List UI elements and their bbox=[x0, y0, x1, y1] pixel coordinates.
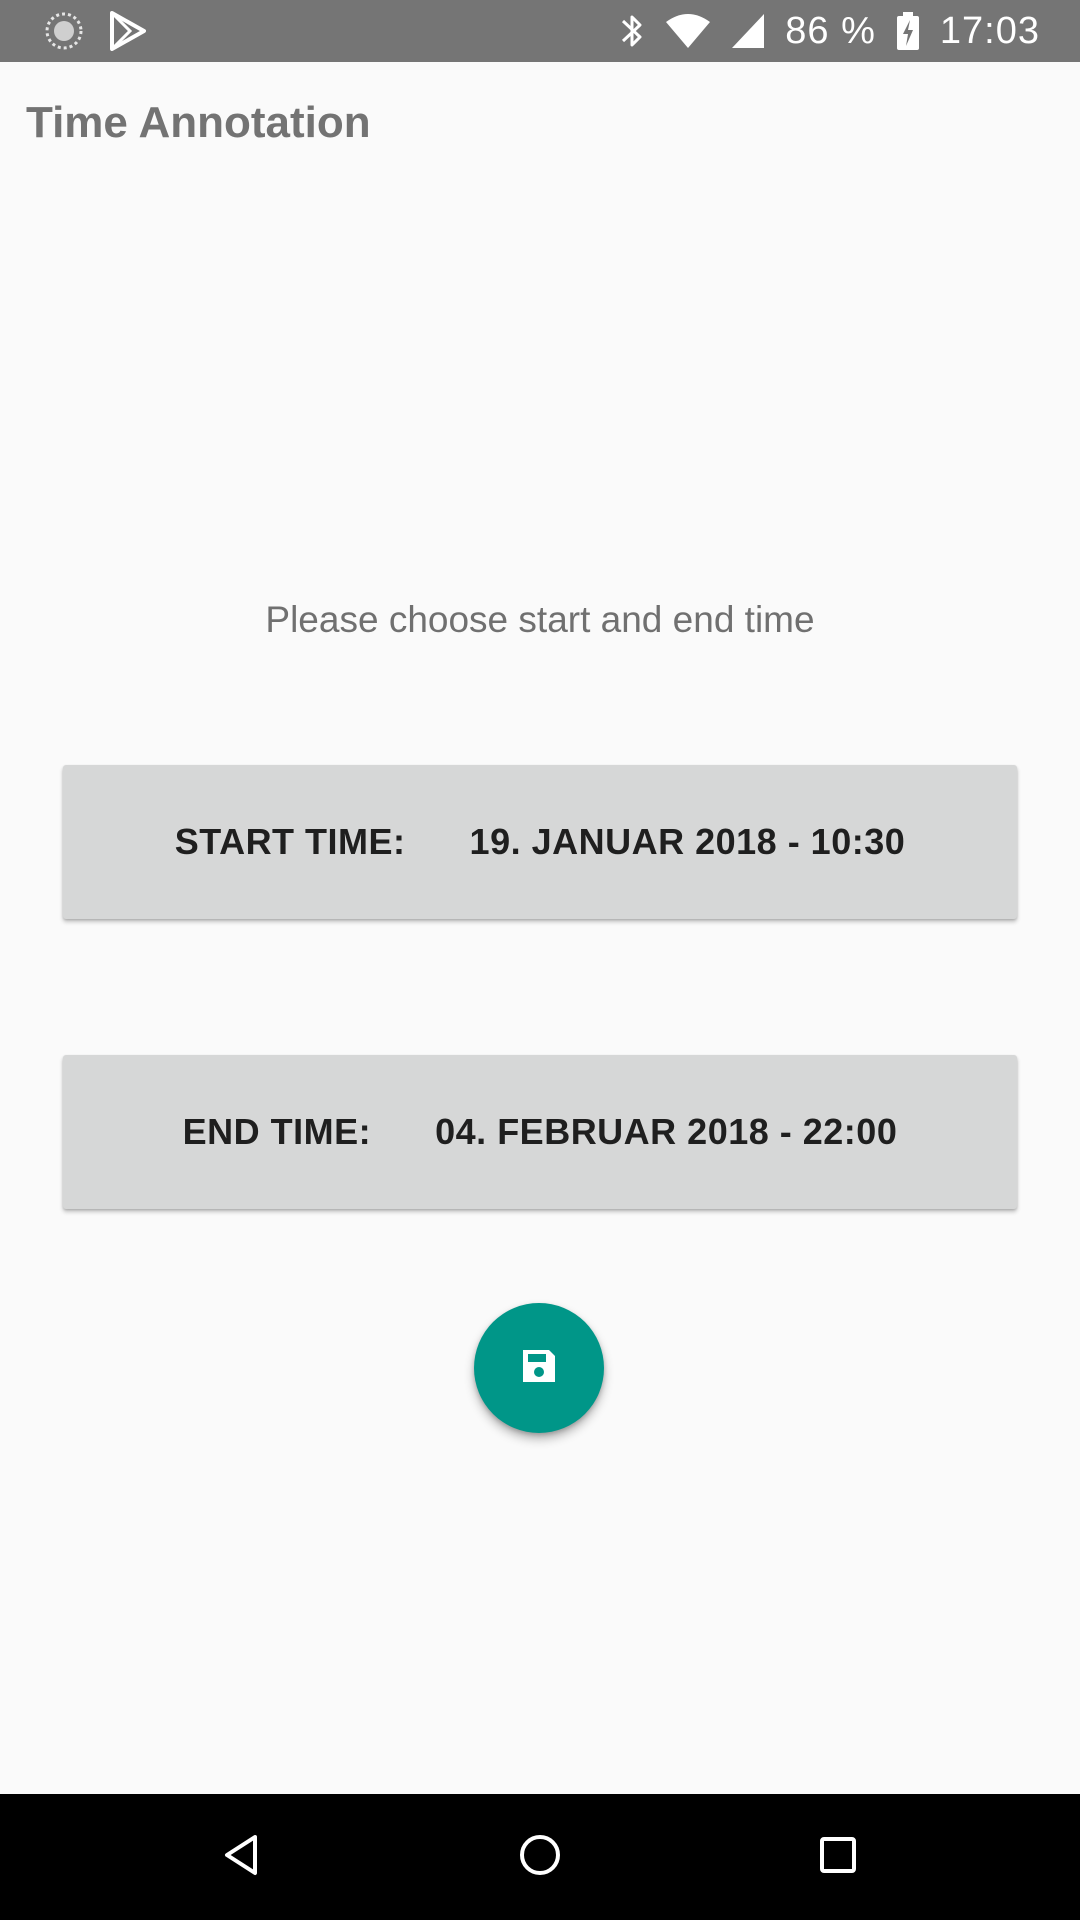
floppy-disk-save-icon bbox=[520, 1347, 558, 1390]
end-time-button[interactable]: END TIME: 04. FEBRUAR 2018 - 22:00 bbox=[63, 1055, 1017, 1209]
status-right-icons: 86 % 17:03 bbox=[619, 0, 1040, 62]
cell-signal-icon bbox=[731, 12, 765, 50]
home-button[interactable] bbox=[510, 1827, 570, 1887]
status-left-icons bbox=[44, 8, 146, 54]
save-fab-button[interactable] bbox=[474, 1303, 604, 1433]
page-title: Time Annotation bbox=[26, 98, 371, 147]
clock: 17:03 bbox=[939, 9, 1040, 52]
status-bar: 86 % 17:03 bbox=[0, 0, 1080, 62]
end-time-label: END TIME: bbox=[182, 1111, 372, 1152]
battery-charging-icon bbox=[896, 11, 920, 51]
start-time-label: START TIME: bbox=[174, 821, 406, 862]
end-time-value: 04. FEBRUAR 2018 - 22:00 bbox=[435, 1111, 898, 1152]
play-store-icon bbox=[110, 11, 146, 51]
loading-circle-icon bbox=[44, 11, 84, 51]
start-time-button[interactable]: START TIME: 19. JANUAR 2018 - 10:30 bbox=[63, 765, 1017, 919]
back-button[interactable] bbox=[211, 1827, 271, 1887]
navigation-bar bbox=[0, 1794, 1080, 1920]
recents-button[interactable] bbox=[808, 1827, 868, 1887]
recents-icon bbox=[818, 1835, 858, 1880]
back-icon bbox=[221, 1833, 261, 1882]
start-time-value: 19. JANUAR 2018 - 10:30 bbox=[469, 821, 906, 862]
bluetooth-icon bbox=[619, 11, 645, 51]
wifi-icon bbox=[665, 12, 711, 50]
home-icon bbox=[518, 1833, 562, 1882]
instruction-text: Please choose start and end time bbox=[265, 599, 815, 640]
screen: 86 % 17:03 Time Annotation Please choose… bbox=[0, 0, 1080, 1920]
battery-percent: 86 % bbox=[785, 9, 876, 52]
